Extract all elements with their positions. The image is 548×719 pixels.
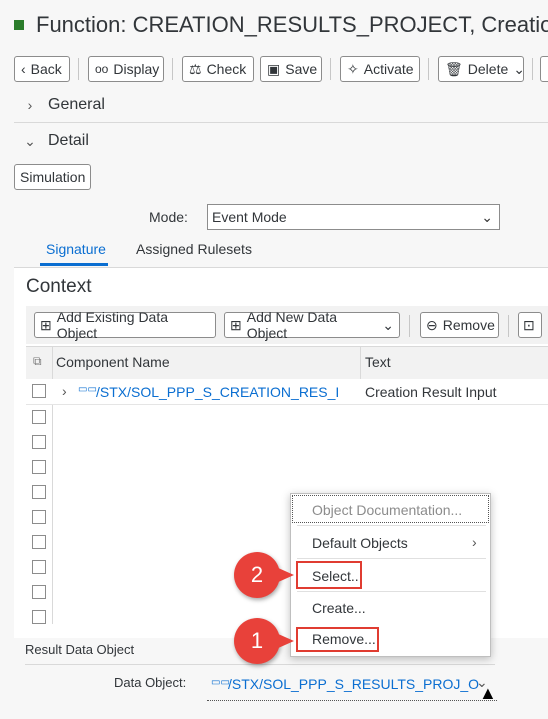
toolbar-separator — [78, 58, 79, 80]
tab-assigned-rulesets[interactable]: Assigned Rulesets — [136, 241, 252, 257]
row-checkbox[interactable] — [32, 560, 46, 574]
trash-icon: 🗑 — [445, 60, 463, 77]
chevron-down-icon: ⌄ — [382, 316, 394, 333]
row-checkbox[interactable] — [32, 485, 46, 499]
row-checkbox[interactable] — [32, 535, 46, 549]
page-title: Function: CREATION_RESULTS_PROJECT, Crea… — [36, 12, 548, 37]
row-checkbox[interactable] — [32, 410, 46, 424]
save-icon: ▣ — [267, 60, 281, 77]
row-checkbox[interactable] — [32, 384, 46, 398]
scales-icon: ⚖ — [189, 60, 202, 77]
toolbar-separator — [532, 58, 533, 80]
result-data-object-label: Result Data Object — [25, 642, 135, 657]
column-header-component-name[interactable]: Component Name — [56, 354, 170, 370]
chevron-right-icon: › — [472, 534, 477, 550]
chevron-down-icon: ⌄ — [24, 132, 36, 149]
add-icon: ⊞ — [40, 316, 52, 333]
more-button[interactable] — [540, 56, 548, 82]
remove-button[interactable]: ⊖ Remove — [420, 312, 499, 338]
status-indicator-icon — [14, 20, 24, 30]
glasses-icon: oo — [95, 62, 109, 76]
add-existing-data-object-button[interactable]: ⊞ Add Existing Data Object — [34, 309, 216, 341]
menu-divider — [297, 525, 486, 526]
tab-signature[interactable]: Signature — [46, 241, 106, 257]
insert-button[interactable]: ⊡ — [518, 312, 542, 338]
menu-divider — [297, 558, 486, 559]
divider — [25, 664, 495, 665]
row-checkbox[interactable] — [32, 585, 46, 599]
row-checkbox[interactable] — [32, 460, 46, 474]
add-new-data-object-button[interactable]: ⊞ Add New Data Object ⌄ — [224, 309, 400, 341]
section-detail[interactable]: ⌄ Detail — [0, 124, 548, 158]
add-icon: ⊞ — [230, 316, 242, 333]
data-object-label: Data Object: — [114, 675, 187, 690]
toolbar-separator — [330, 58, 331, 80]
back-button[interactable]: ‹ Back — [14, 56, 70, 82]
minus-circle-icon: ⊖ — [426, 316, 438, 333]
context-title: Context — [26, 276, 92, 297]
toolbar-separator — [428, 58, 429, 80]
highlight-select — [296, 561, 362, 589]
component-name-link[interactable]: /STX/SOL_PPP_S_CREATION_RES_I — [96, 384, 339, 400]
delete-button[interactable]: 🗑 Delete ⌄ — [438, 56, 525, 82]
divider — [14, 122, 548, 123]
expand-chevron-icon[interactable]: › — [62, 383, 67, 399]
select-all-icon[interactable]: ⧉ — [33, 354, 42, 369]
toolbar-separator — [172, 58, 173, 80]
column-header-text[interactable]: Text — [365, 354, 391, 370]
row-checkbox[interactable] — [32, 435, 46, 449]
callout-2: 2 — [234, 552, 294, 598]
section-general[interactable]: › General — [0, 88, 548, 122]
simulation-button[interactable]: Simulation — [14, 164, 92, 190]
row-checkbox[interactable] — [32, 510, 46, 524]
activate-button[interactable]: ✧ Activate — [340, 56, 420, 82]
active-tab-indicator — [40, 263, 108, 266]
chevron-down-icon: ⌄ — [481, 209, 493, 225]
magic-wand-icon: ✧ — [347, 60, 359, 77]
row-checkbox[interactable] — [32, 610, 46, 624]
chevron-left-icon: ‹ — [21, 61, 26, 77]
chevron-down-icon: ⌄ — [513, 60, 525, 77]
mode-label: Mode: — [149, 209, 188, 225]
check-button[interactable]: ⚖ Check — [182, 56, 254, 82]
highlight-remove — [296, 627, 379, 652]
menu-item-object-documentation[interactable]: Object Documentation... — [312, 502, 462, 518]
save-button[interactable]: ▣ Save — [260, 56, 322, 82]
insert-icon: ⊡ — [523, 316, 535, 333]
chevron-right-icon: › — [27, 97, 33, 113]
menu-divider — [297, 591, 486, 592]
component-text: Creation Result Input — [365, 384, 497, 400]
data-object-link[interactable]: /STX/SOL_PPP_S_RESULTS_PROJ_O — [228, 676, 479, 692]
toolbar-separator — [508, 315, 509, 337]
structure-icon: ▭▭ — [78, 384, 97, 395]
toolbar-separator — [409, 315, 410, 337]
callout-1: 1 — [234, 618, 294, 664]
menu-item-default-objects[interactable]: Default Objects — [312, 535, 408, 551]
mode-select[interactable]: Event Mode ⌄ — [207, 204, 500, 230]
menu-item-create[interactable]: Create... — [312, 600, 366, 616]
mouse-cursor-icon: ▲ — [479, 683, 497, 703]
display-button[interactable]: oo Display — [88, 56, 164, 82]
